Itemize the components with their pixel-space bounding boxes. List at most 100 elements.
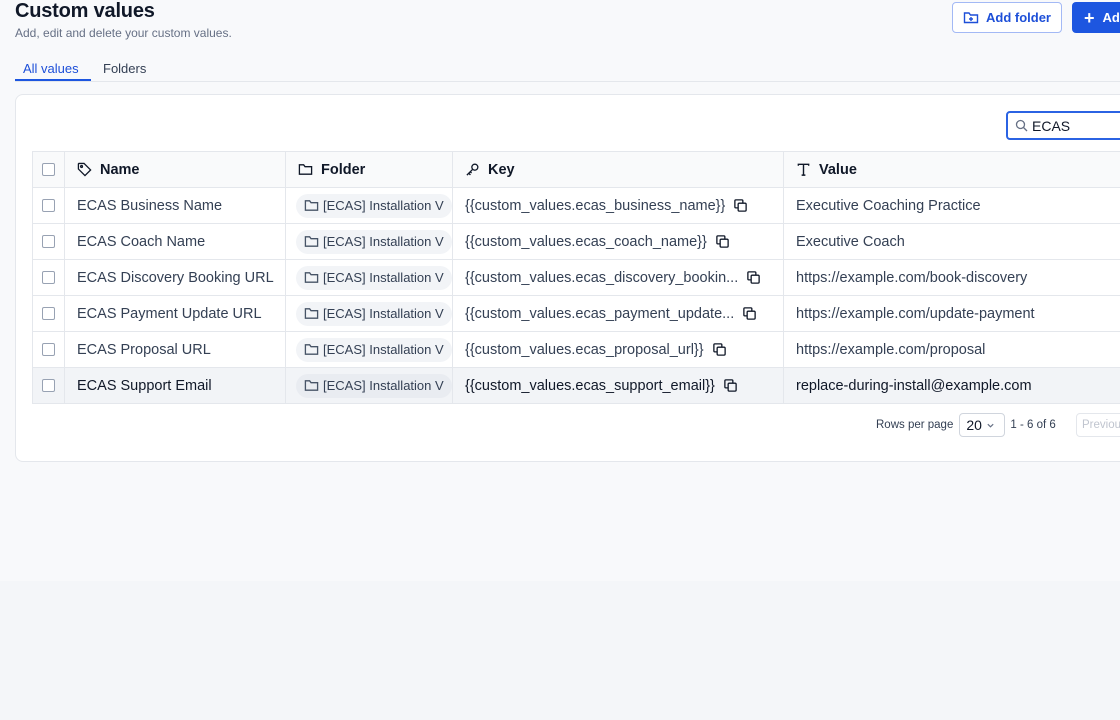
row-checkbox[interactable] (42, 235, 55, 249)
previous-page-button[interactable]: Previous (1076, 413, 1120, 437)
table-row[interactable]: ECAS Proposal URL [ECAS] Installation V {{… (32, 331, 1120, 368)
folder-cell: [ECAS] Installation V (285, 223, 453, 260)
row-checkbox[interactable] (42, 199, 55, 213)
page-subtitle: Add, edit and delete your custom values. (15, 26, 232, 40)
name-cell: ECAS Discovery Booking URL (64, 259, 286, 296)
row-select-cell (32, 367, 65, 404)
column-name-label: Name (100, 161, 140, 178)
rows-per-page-value: 20 (966, 417, 982, 433)
copy-icon[interactable] (733, 198, 748, 213)
folder-chip[interactable]: [ECAS] Installation V (296, 337, 452, 362)
select-all-cell (32, 151, 65, 188)
folder-chip-label: [ECAS] Installation V (323, 234, 444, 249)
folder-icon (304, 200, 319, 211)
pagination: Rows per page 20 1 - 6 of 6 (876, 413, 1056, 437)
copy-icon[interactable] (723, 378, 738, 393)
copy-icon[interactable] (746, 270, 761, 285)
folder-cell: [ECAS] Installation V (285, 259, 453, 296)
value-cell: Executive Coaching Practice (783, 187, 1120, 224)
folder-chip-label: [ECAS] Installation V (323, 378, 444, 393)
key-text: {{custom_values.ecas_support_email}} (465, 377, 715, 394)
folder-chip[interactable]: [ECAS] Installation V (296, 301, 452, 326)
column-key-label: Key (488, 161, 515, 178)
folder-chip-label: [ECAS] Installation V (323, 270, 444, 285)
values-card: Name Folder Key Value ECAS Business Name… (15, 94, 1120, 462)
key-cell: {{custom_values.ecas_coach_name}} (452, 223, 784, 260)
tab-folders[interactable]: Folders (103, 61, 146, 76)
row-select-cell (32, 223, 65, 260)
row-select-cell (32, 331, 65, 368)
row-select-cell (32, 259, 65, 296)
tab-all-values[interactable]: All values (23, 61, 79, 76)
chevron-down-icon (987, 423, 994, 428)
key-cell: {{custom_values.ecas_payment_update... (452, 295, 784, 332)
column-header-value[interactable]: Value (783, 151, 1120, 188)
folder-chip[interactable]: [ECAS] Installation V (296, 265, 452, 290)
copy-icon[interactable] (715, 234, 730, 249)
value-cell: replace-during-install@example.com (783, 367, 1120, 404)
search-icon (1015, 119, 1028, 132)
row-select-cell (32, 295, 65, 332)
folder-cell: [ECAS] Installation V (285, 367, 453, 404)
row-checkbox[interactable] (42, 271, 55, 285)
folder-icon (304, 236, 319, 247)
folder-icon (304, 380, 319, 391)
folder-icon (304, 344, 319, 355)
key-text: {{custom_values.ecas_discovery_bookin... (465, 269, 739, 286)
folder-chip[interactable]: [ECAS] Installation V (296, 373, 452, 398)
page-title: Custom values (15, 0, 155, 22)
text-type-icon (797, 163, 810, 176)
rows-per-page-label: Rows per page (876, 419, 954, 431)
key-cell: {{custom_values.ecas_proposal_url}} (452, 331, 784, 368)
search-box[interactable] (1006, 111, 1120, 140)
key-icon (466, 163, 479, 176)
value-cell: Executive Coach (783, 223, 1120, 260)
select-all-checkbox[interactable] (42, 163, 55, 177)
column-header-folder[interactable]: Folder (285, 151, 453, 188)
column-value-label: Value (819, 161, 857, 178)
folder-icon (304, 308, 319, 319)
key-text: {{custom_values.ecas_payment_update... (465, 305, 735, 322)
folder-plus-icon (963, 11, 979, 23)
name-cell: ECAS Payment Update URL (64, 295, 286, 332)
row-select-cell (32, 187, 65, 224)
search-input[interactable] (1032, 117, 1120, 134)
copy-icon[interactable] (712, 342, 727, 357)
custom-values-table: Name Folder Key Value ECAS Business Name… (32, 151, 1120, 404)
table-row[interactable]: ECAS Coach Name [ECAS] Installation V {{cu… (32, 223, 1120, 260)
value-cell: https://example.com/proposal (783, 331, 1120, 368)
table-row[interactable]: ECAS Support Email [ECAS] Installation V {… (32, 367, 1120, 404)
key-text: {{custom_values.ecas_coach_name}} (465, 233, 707, 250)
column-header-key[interactable]: Key (452, 151, 784, 188)
table-row[interactable]: ECAS Discovery Booking URL [ECAS] Install… (32, 259, 1120, 296)
copy-icon[interactable] (742, 306, 757, 321)
row-checkbox[interactable] (42, 379, 55, 393)
name-cell: ECAS Proposal URL (64, 331, 286, 368)
table-row[interactable]: ECAS Business Name [ECAS] Installation V {… (32, 187, 1120, 224)
key-text: {{custom_values.ecas_proposal_url}} (465, 341, 704, 358)
folder-cell: [ECAS] Installation V (285, 187, 453, 224)
add-folder-button[interactable]: Add folder (952, 2, 1062, 33)
table-header-row: Name Folder Key Value (32, 151, 1120, 188)
row-checkbox[interactable] (42, 307, 55, 321)
add-value-button[interactable]: + Ad (1072, 2, 1120, 33)
folder-chip-label: [ECAS] Installation V (323, 306, 444, 321)
table-row[interactable]: ECAS Payment Update URL [ECAS] Installati… (32, 295, 1120, 332)
folder-cell: [ECAS] Installation V (285, 295, 453, 332)
folder-chip-label: [ECAS] Installation V (323, 342, 444, 357)
folder-chip[interactable]: [ECAS] Installation V (296, 193, 452, 218)
key-cell: {{custom_values.ecas_business_name}} (452, 187, 784, 224)
rows-per-page-select[interactable]: 20 (959, 413, 1006, 437)
column-header-name[interactable]: Name (64, 151, 286, 188)
folder-icon (304, 272, 319, 283)
column-folder-label: Folder (321, 161, 366, 178)
folder-chip[interactable]: [ECAS] Installation V (296, 229, 452, 254)
key-cell: {{custom_values.ecas_support_email}} (452, 367, 784, 404)
name-cell: ECAS Support Email (64, 367, 286, 404)
page-range: 1 - 6 of 6 (1010, 419, 1056, 431)
key-text: {{custom_values.ecas_business_name}} (465, 197, 726, 214)
table-body: ECAS Business Name [ECAS] Installation V {… (32, 187, 1120, 404)
tabs: All values Folders (15, 55, 1120, 82)
row-checkbox[interactable] (42, 343, 55, 357)
tag-icon (77, 162, 92, 177)
